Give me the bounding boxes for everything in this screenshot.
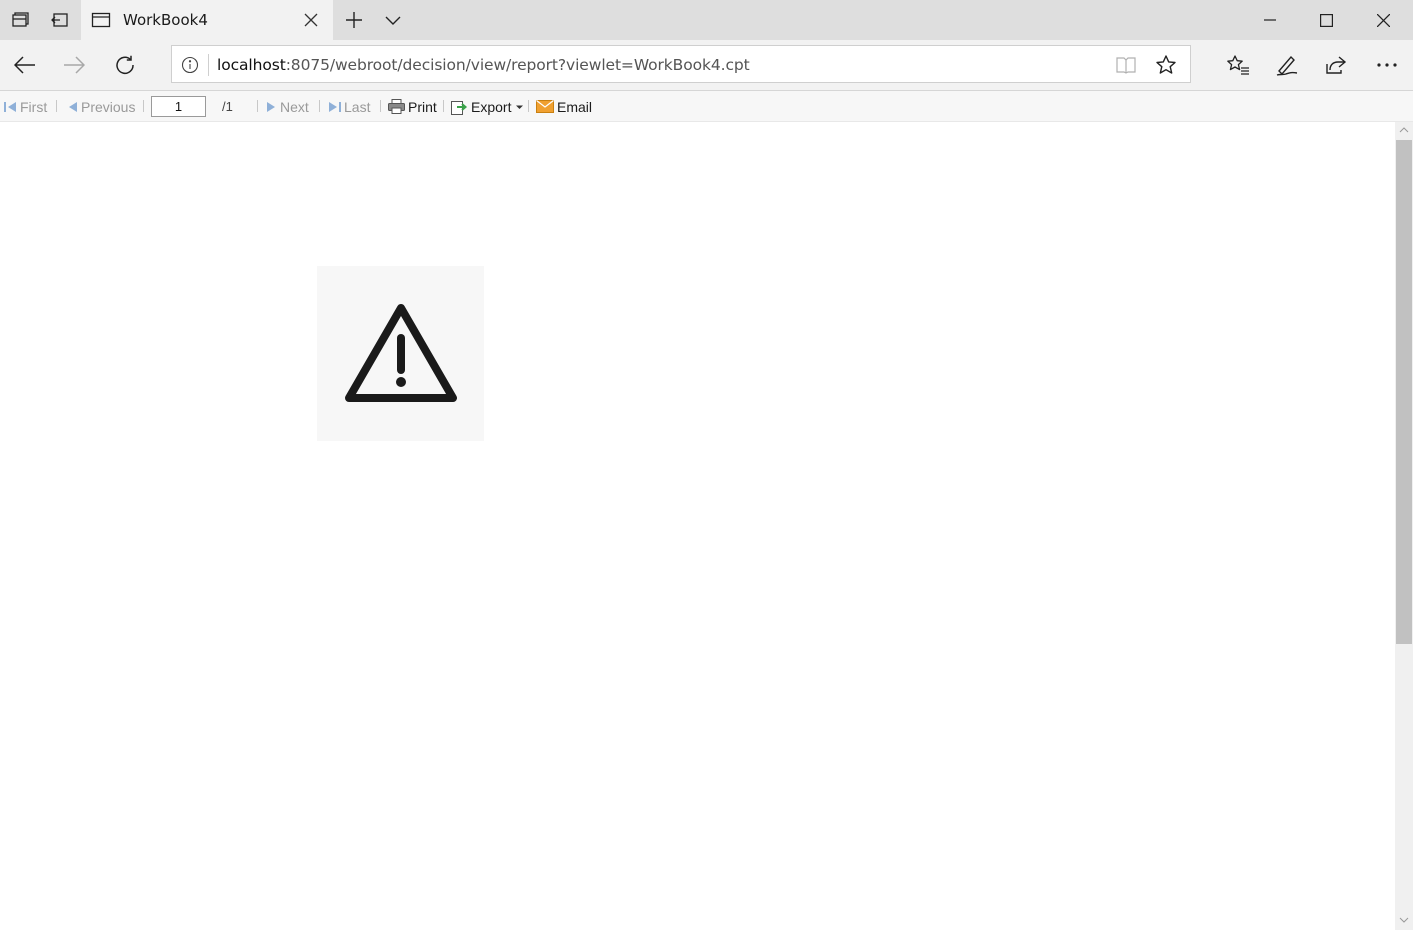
print-button[interactable]: Print [388,98,437,115]
first-page-button[interactable]: First [4,98,47,115]
next-label: Next [280,98,309,115]
first-label: First [20,98,48,115]
previous-label: Previous [81,98,136,115]
last-label: Last [344,98,371,115]
tab-workbook4[interactable]: WorkBook4 [81,0,333,40]
page-number-input[interactable] [151,96,206,117]
star-icon[interactable] [1155,54,1177,76]
next-page-button[interactable]: Next [266,98,309,115]
toolbar-divider [380,100,381,112]
more-icon[interactable] [1372,50,1402,80]
toolbar-divider [257,100,258,112]
tabs-aside-icon[interactable] [6,6,34,34]
export-icon [451,100,468,115]
export-label: Export [471,98,512,115]
scroll-thumb[interactable] [1396,140,1412,644]
report-toolbar: First Previous /1 Next Last Print Export [0,91,1413,122]
forward-arrow-icon[interactable] [59,50,89,80]
favorites-icon[interactable] [1223,50,1253,80]
navigation-bar: localhost:8075/webroot/decision/view/rep… [0,40,1413,91]
reading-view-icon[interactable] [1115,55,1137,75]
previous-page-button[interactable]: Previous [67,98,135,115]
email-label: Email [557,98,593,115]
first-page-icon [4,101,16,112]
close-icon[interactable] [301,10,321,30]
url-host: localhost [217,56,286,74]
plus-icon[interactable] [340,6,368,34]
minimize-icon[interactable] [1241,0,1298,40]
toolbar-divider [443,100,444,112]
email-button[interactable]: Email [536,98,592,115]
email-icon [536,100,554,113]
tab-strip: WorkBook4 [0,0,1413,40]
scroll-down-icon[interactable] [1395,912,1413,928]
page-icon [91,10,111,30]
refresh-icon[interactable] [110,50,140,80]
toolbar-divider [143,100,144,112]
maximize-icon[interactable] [1298,0,1355,40]
toolbar-divider [319,100,320,112]
url-text[interactable]: localhost:8075/webroot/decision/view/rep… [217,55,750,75]
address-bar[interactable]: localhost:8075/webroot/decision/view/rep… [171,45,1191,83]
warning-icon [344,303,457,402]
vertical-scrollbar[interactable] [1395,122,1413,930]
export-button[interactable]: Export [451,98,527,115]
chevron-down-icon[interactable] [379,6,407,34]
report-content [0,122,1395,930]
last-page-button[interactable]: Last [328,98,370,115]
previous-page-icon [69,101,77,112]
last-page-icon [329,101,341,112]
back-arrow-icon[interactable] [10,50,40,80]
scroll-up-icon[interactable] [1395,122,1413,138]
pen-icon[interactable] [1272,50,1302,80]
page-total: /1 [222,99,233,114]
restore-tabs-icon[interactable] [46,6,74,34]
print-label: Print [408,98,437,115]
info-icon[interactable] [181,56,199,74]
printer-icon [388,99,405,114]
broken-image-placeholder [317,266,484,441]
share-icon[interactable] [1321,50,1351,80]
toolbar-divider [528,100,529,112]
url-path: :8075/webroot/decision/view/report?viewl… [285,56,750,74]
next-page-icon [267,101,275,112]
dropdown-caret-icon [516,105,524,109]
close-icon[interactable] [1355,0,1412,40]
toolbar-divider [56,100,57,112]
tab-title: WorkBook4 [123,11,208,29]
address-divider [208,54,209,76]
